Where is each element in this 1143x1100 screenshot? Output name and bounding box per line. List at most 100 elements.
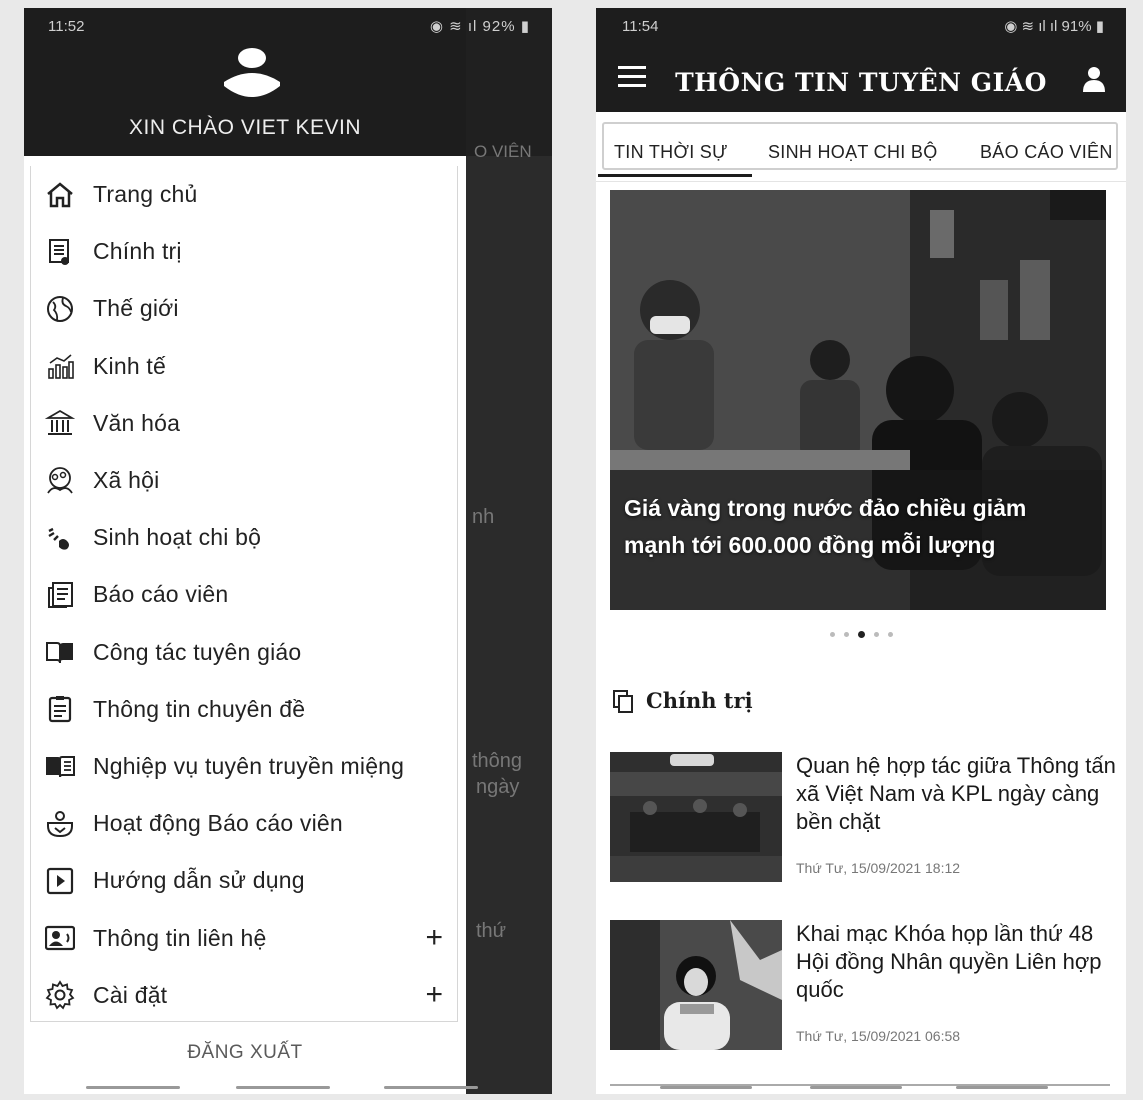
- category-tabs: TIN THỜI SỰ SINH HOẠT CHI BỘ BÁO CÁO VIÊ…: [596, 112, 1126, 182]
- status-indicators: ◉ ≋ ıl 92% ▮: [430, 17, 530, 35]
- article-thumbnail: [610, 920, 782, 1050]
- nav-recents-button[interactable]: [660, 1086, 752, 1089]
- nav-home-button[interactable]: [236, 1086, 330, 1089]
- expand-plus-icon[interactable]: +: [425, 980, 443, 1010]
- carousel-dot[interactable]: [829, 632, 835, 637]
- status-time: 11:52: [48, 17, 85, 35]
- chart-icon: [43, 349, 77, 383]
- book-icon: [43, 749, 77, 783]
- article-title[interactable]: Quan hệ hợp tác giữa Thông tấn xã Việt N…: [796, 752, 1116, 836]
- copy-pages-icon: [613, 689, 633, 713]
- article-item[interactable]: Quan hệ hợp tác giữa Thông tấn xã Việt N…: [610, 752, 1116, 886]
- article-photo: [610, 920, 782, 1050]
- logout-button[interactable]: ĐĂNG XUẤT: [24, 1042, 466, 1064]
- greeting-text: XIN CHÀO VIET KEVIN: [129, 116, 361, 139]
- battery-icon: ▮: [520, 18, 530, 35]
- menu-item-label: Sinh hoạt chi bộ: [93, 524, 262, 551]
- menu-item-label: Công tác tuyên giáo: [93, 638, 302, 665]
- menu-item-label: Chính trị: [93, 238, 182, 265]
- status-bar: 11:52 ◉ ≋ ıl 92% ▮: [24, 8, 552, 44]
- carousel-dot-active[interactable]: [857, 631, 865, 638]
- menu-item-politics[interactable]: Chính trị: [31, 223, 457, 280]
- carousel-dot[interactable]: [843, 632, 849, 637]
- menu-item-settings[interactable]: Cài đặt +: [31, 967, 457, 1024]
- nav-back-button[interactable]: [384, 1086, 478, 1089]
- menu-item-label: Kinh tế: [93, 352, 167, 379]
- document-icon: [43, 235, 77, 269]
- app-title: THÔNG TIN TUYÊN GIÁO: [675, 68, 1047, 97]
- menu-item-reporters[interactable]: Báo cáo viên: [31, 566, 457, 623]
- menu-item-contact-info[interactable]: Thông tin liên hệ +: [31, 909, 457, 966]
- system-nav-bar: [596, 1086, 1126, 1090]
- carousel-dot[interactable]: [887, 632, 893, 637]
- nav-recents-button[interactable]: [86, 1086, 180, 1089]
- home-icon: [43, 178, 77, 212]
- user-avatar-icon: [224, 48, 280, 97]
- menu-item-label: Hoạt động Báo cáo viên: [93, 810, 343, 837]
- menu-item-label: Thế giới: [93, 295, 179, 322]
- menu-item-society[interactable]: Xã hội: [31, 452, 457, 509]
- section-title: Chính trị: [646, 688, 753, 713]
- status-bar: 11:54 ◉ ≋ ıl ıl 91% ▮: [596, 8, 1126, 44]
- menu-item-propaganda-work[interactable]: Công tác tuyên giáo: [31, 624, 457, 681]
- signal-wifi-icon: ◉ ≋ ıl: [429, 18, 483, 35]
- gear-icon: [43, 978, 77, 1012]
- menu-item-user-guide[interactable]: Hướng dẫn sử dụng: [31, 852, 457, 909]
- carousel-dot[interactable]: [873, 632, 879, 637]
- menu-item-reporter-activities[interactable]: Hoạt động Báo cáo viên: [31, 795, 457, 852]
- navigation-drawer: XIN CHÀO VIET KEVIN Trang chủ Chính trị …: [24, 8, 466, 1094]
- status-time: 11:54: [622, 17, 659, 35]
- right-screen: 11:54 ◉ ≋ ıl ıl 91% ▮ THÔNG TIN TUYÊN GI…: [596, 8, 1126, 1094]
- hero-slide[interactable]: Giá vàng trong nước đảo chiều giảm mạnh …: [610, 190, 1106, 610]
- nav-home-button[interactable]: [810, 1086, 902, 1089]
- user-profile-icon[interactable]: [1082, 66, 1106, 92]
- menu-item-home[interactable]: Trang chủ: [31, 166, 457, 223]
- battery-icon: ▮: [1095, 18, 1104, 35]
- system-nav-bar: [24, 1086, 552, 1090]
- museum-icon: [43, 406, 77, 440]
- clipboard-icon: [43, 692, 77, 726]
- menu-item-oral-propaganda[interactable]: Nghiệp vụ tuyên truyền miệng: [31, 738, 457, 795]
- speaker-icon: [43, 807, 77, 841]
- article-item[interactable]: Khai mạc Khóa họp lần thứ 48 Hội đồng Nh…: [610, 920, 1110, 1054]
- menu-item-party-activities[interactable]: Sinh hoạt chi bộ: [31, 509, 457, 566]
- menu-item-label: Báo cáo viên: [93, 581, 229, 608]
- article-photo: [610, 752, 782, 882]
- menu-item-label: Cài đặt: [93, 981, 168, 1008]
- menu-item-label: Hướng dẫn sử dụng: [93, 867, 305, 894]
- menu-item-label: Văn hóa: [93, 409, 181, 436]
- article-timestamp: Thứ Tư, 15/09/2021 06:58: [796, 1028, 961, 1044]
- drawer-menu: Trang chủ Chính trị Thế giới Kinh tế Văn…: [30, 166, 458, 1022]
- carousel-dots: [596, 631, 1126, 638]
- tab-reporters[interactable]: BÁO CÁO VIÊN: [980, 142, 1113, 163]
- play-icon: [43, 864, 77, 898]
- menu-item-economy[interactable]: Kinh tế: [31, 338, 457, 395]
- behind-text-c: ngày: [476, 776, 520, 798]
- behind-text-b: thông: [472, 750, 523, 772]
- menu-item-label: Trang chủ: [93, 181, 198, 208]
- menu-item-label: Nghiệp vụ tuyên truyền miệng: [93, 752, 405, 779]
- globe-icon: [43, 292, 77, 326]
- behind-tab-text: O VIÊN: [474, 142, 532, 161]
- menu-item-world[interactable]: Thế giới: [31, 280, 457, 337]
- tab-current-news[interactable]: TIN THỜI SỰ: [614, 142, 728, 163]
- tab-party-activities[interactable]: SINH HOẠT CHI BỘ: [768, 142, 938, 163]
- active-tab-indicator: [598, 174, 752, 177]
- open-book-icon: [43, 635, 77, 669]
- menu-item-label: Thông tin liên hệ: [93, 924, 267, 951]
- article-timestamp: Thứ Tư, 15/09/2021 18:12: [796, 860, 961, 876]
- newspaper-icon: [43, 578, 77, 612]
- signal-wifi-icon: ◉ ≋ ıl ıl: [1004, 18, 1062, 35]
- battery-level: 91%: [1061, 18, 1092, 35]
- hero-caption: Giá vàng trong nước đảo chiều giảm mạnh …: [624, 495, 1027, 558]
- signal-icon: [43, 521, 77, 555]
- behind-text-a: nh: [472, 506, 495, 528]
- status-indicators: ◉ ≋ ıl ıl 91% ▮: [1004, 17, 1104, 35]
- contact-card-icon: [43, 921, 77, 955]
- expand-plus-icon[interactable]: +: [425, 923, 443, 953]
- menu-item-topic-info[interactable]: Thông tin chuyên đề: [31, 681, 457, 738]
- nav-back-button[interactable]: [956, 1086, 1048, 1089]
- article-title[interactable]: Khai mạc Khóa họp lần thứ 48 Hội đồng Nh…: [796, 920, 1116, 1004]
- behind-text-d: thứ: [476, 920, 507, 942]
- menu-item-culture[interactable]: Văn hóa: [31, 395, 457, 452]
